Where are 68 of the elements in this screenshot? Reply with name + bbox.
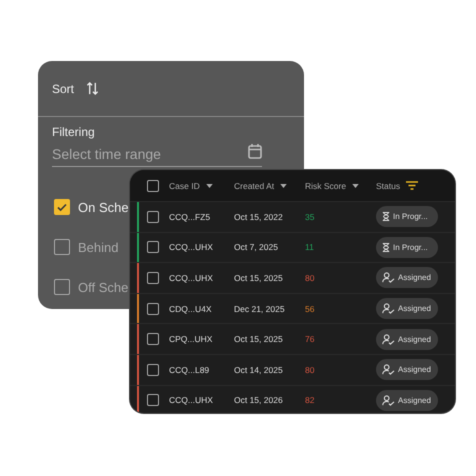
status-label: Assigned: [398, 334, 431, 344]
checkbox[interactable]: [147, 364, 159, 376]
status-label: Assigned: [398, 365, 431, 374]
checkbox[interactable]: [54, 279, 70, 295]
option-label[interactable]: On Sche: [78, 200, 129, 214]
table-cell-text: CCQ...UHX: [169, 395, 214, 406]
checkbox[interactable]: [54, 199, 70, 215]
column-header[interactable]: Case ID: [169, 180, 200, 190]
checkbox[interactable]: [147, 333, 159, 346]
table-cell-text: Oct 15, 2022: [234, 212, 284, 222]
risk-score: 11: [305, 242, 315, 252]
table-cell-text: Dec 21, 2025: [234, 304, 286, 314]
user-check-icon: [382, 303, 395, 314]
table-row[interactable]: CCQ...UHX Oct 15, 2025 80 Assigned: [130, 262, 455, 293]
risk-score: 76: [305, 334, 316, 344]
checkbox[interactable]: [147, 394, 159, 406]
status-label: Assigned: [398, 396, 431, 405]
column-header[interactable]: Risk Score: [305, 180, 346, 190]
user-check-icon: [382, 272, 395, 284]
checkbox[interactable]: [147, 241, 159, 254]
checkbox[interactable]: [147, 302, 159, 315]
table-cell-text: Oct 15, 2025: [234, 334, 284, 344]
status-label: In Progr...: [393, 212, 428, 222]
column-header[interactable]: Created At: [234, 180, 274, 190]
checkbox[interactable]: [147, 180, 159, 192]
table-cell-text: CCQ...UHX: [169, 272, 214, 283]
table-cell-text: CPQ...UHX: [169, 334, 214, 344]
checkbox[interactable]: [147, 210, 159, 223]
table-row[interactable]: CCQ...UHX Oct 15, 2026 82 Assigned: [130, 384, 455, 413]
table-cell-text: Oct 7, 2025: [234, 242, 279, 252]
table-row[interactable]: CCQ...UHX Oct 7, 2025 11 In Progr...: [130, 232, 455, 262]
checkbox[interactable]: [147, 272, 159, 284]
user-check-icon: [382, 334, 395, 345]
risk-score: 80: [305, 364, 316, 375]
checkmark-icon: [56, 201, 68, 213]
table-cell-text: CDQ...U4X: [169, 304, 213, 314]
time-range-field[interactable]: Select time range: [52, 146, 202, 162]
filter-icon[interactable]: [406, 181, 418, 190]
table-cell-text: CCQ...L89: [169, 364, 210, 375]
caret-icon[interactable]: [280, 184, 288, 188]
caret-icon[interactable]: [206, 184, 213, 188]
filtering-label: Filtering: [52, 125, 96, 139]
table-row[interactable]: CDQ...U4X Dec 21, 2025 56 Assigned: [130, 292, 455, 324]
calendar-icon[interactable]: [248, 143, 262, 159]
table-cell-text: Oct 15, 2026: [234, 395, 284, 406]
user-check-icon: [382, 394, 395, 406]
table-cell-text: Oct 14, 2025: [234, 364, 284, 375]
risk-score: 35: [305, 212, 316, 222]
risk-score: 82: [305, 395, 316, 406]
table-cell-text: CCQ...UHX: [169, 242, 214, 252]
column-header[interactable]: Status: [376, 180, 400, 190]
risk-score: 56: [305, 304, 316, 314]
table-row[interactable]: CCQ...FZ5 Oct 15, 2022 35 In Progr...: [130, 201, 455, 232]
table-row[interactable]: CCQ...L89 Oct 14, 2025 80 Assigned: [130, 354, 455, 385]
table-cell-text: CCQ...FZ5: [169, 212, 212, 222]
table-row[interactable]: CPQ...UHX Oct 15, 2025 76 Assigned: [130, 323, 455, 354]
risk-score: 80: [305, 272, 316, 283]
hourglass-icon: [382, 211, 390, 222]
sort-icon[interactable]: [86, 81, 100, 96]
status-label: Assigned: [398, 273, 431, 282]
sort-label[interactable]: Sort: [52, 82, 74, 96]
hourglass-icon: [382, 242, 390, 253]
caret-icon[interactable]: [352, 184, 360, 188]
status-label: In Progr...: [393, 242, 428, 252]
status-label: Assigned: [398, 304, 431, 314]
user-check-icon: [382, 364, 395, 376]
checkbox[interactable]: [54, 239, 70, 255]
table-cell-text: Oct 15, 2025: [234, 272, 284, 283]
